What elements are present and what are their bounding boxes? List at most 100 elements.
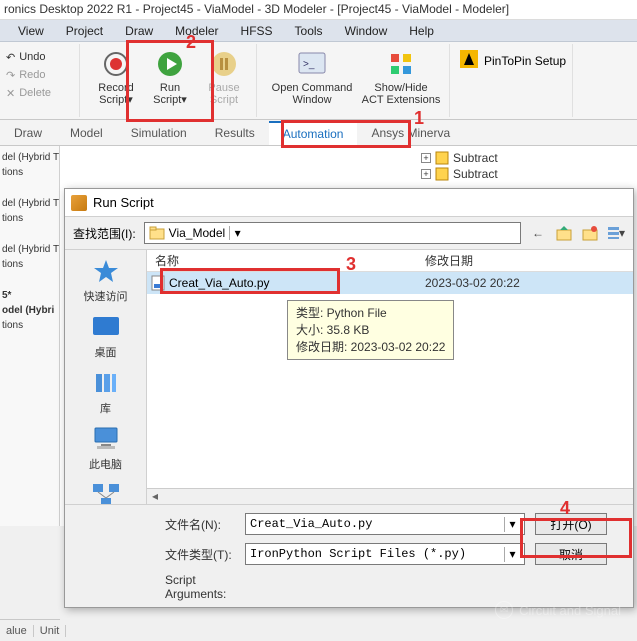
dialog-icon	[71, 195, 87, 211]
model-tree[interactable]: del (Hybrid Ttions del (Hybrid Ttions de…	[0, 146, 60, 526]
run-script-dialog: Run Script 查找范围(I): Via_Model ▾ ← ▾ 快速访问	[64, 188, 634, 608]
subtract-icon	[435, 151, 449, 165]
list-header[interactable]: 名称 修改日期	[147, 250, 633, 272]
menu-bar: View Project Draw Modeler HFSS Tools Win…	[0, 20, 637, 42]
folder-icon	[149, 226, 165, 240]
back-button[interactable]: ←	[529, 224, 547, 242]
file-name-text: Creat_Via_Auto.py	[169, 276, 270, 290]
file-row[interactable]: Creat_Via_Auto.py 2023-03-02 20:22	[147, 272, 633, 294]
menu-draw[interactable]: Draw	[115, 22, 163, 40]
run-label: Run Script▾	[153, 82, 187, 106]
status-unit: Unit	[34, 625, 67, 637]
window-title: ronics Desktop 2022 R1 - Project45 - Via…	[0, 0, 637, 20]
file-date-text: 2023-03-02 20:22	[417, 276, 633, 290]
show-hide-label: Show/Hide ACT Extensions	[362, 82, 441, 106]
dialog-title-bar[interactable]: Run Script	[65, 189, 633, 217]
place-network[interactable]: 网络	[89, 480, 123, 504]
run-script-button[interactable]: Run Script▾	[144, 46, 196, 115]
delete-button[interactable]: ✕ Delete	[6, 84, 73, 102]
wechat-icon: ✉	[495, 601, 513, 619]
status-value: alue	[0, 625, 34, 637]
subtract-label-2: Subtract	[453, 167, 498, 181]
grid-icon	[385, 48, 417, 80]
chevron-down-icon[interactable]: ▾	[504, 547, 520, 562]
script-args-label: Script Arguments:	[165, 573, 235, 601]
ansys-icon	[460, 50, 478, 71]
places-bar: 快速访问 桌面 库 此电脑 网络	[65, 250, 147, 504]
chevron-down-icon[interactable]: ▾	[229, 226, 245, 240]
open-button[interactable]: 打开(O)	[535, 513, 607, 535]
terminal-icon: >_	[296, 48, 328, 80]
subtract-node-2[interactable]: + Subtract	[421, 166, 633, 182]
place-quick-access[interactable]: 快速访问	[84, 256, 128, 304]
desktop-icon	[89, 312, 123, 342]
folder-name: Via_Model	[169, 226, 225, 240]
menu-tools[interactable]: Tools	[285, 22, 333, 40]
menu-hfss[interactable]: HFSS	[231, 22, 283, 40]
tab-ansys-minerva[interactable]: Ansys Minerva	[357, 122, 464, 144]
pause-label: Pause Script	[208, 82, 239, 106]
svg-text:>_: >_	[303, 59, 315, 70]
dialog-bottom: 文件名(N): Creat_Via_Auto.py ▾ 打开(O) 文件类型(T…	[65, 504, 633, 607]
pintopin-setup-button[interactable]: PinToPin Setup	[460, 50, 566, 71]
watermark: ✉ Circuit and Signal	[495, 601, 621, 619]
library-icon	[89, 368, 123, 398]
open-command-window-button[interactable]: >_ Open Command Window	[267, 46, 357, 115]
redo-label: Redo	[19, 69, 45, 81]
cancel-button[interactable]: 取消	[535, 543, 607, 565]
play-icon	[154, 48, 186, 80]
show-hide-extensions-button[interactable]: Show/Hide ACT Extensions	[359, 46, 443, 115]
tab-results[interactable]: Results	[201, 122, 269, 144]
look-in-combo[interactable]: Via_Model ▾	[144, 222, 521, 244]
file-list: 名称 修改日期 Creat_Via_Auto.py 2023-03-02 20:…	[147, 250, 633, 504]
file-tooltip: 类型: Python File 大小: 35.8 KB 修改日期: 2023-0…	[287, 300, 454, 360]
place-desktop[interactable]: 桌面	[89, 312, 123, 360]
pause-script-button: Pause Script	[198, 46, 250, 115]
menu-view[interactable]: View	[8, 22, 54, 40]
tab-draw[interactable]: Draw	[0, 122, 56, 144]
annotation-1: 1	[414, 108, 424, 129]
annotation-3: 3	[346, 254, 356, 275]
dialog-toolbar: 查找范围(I): Via_Model ▾ ← ▾	[65, 217, 633, 249]
record-script-button[interactable]: Record Script▾	[90, 46, 142, 115]
menu-modeler[interactable]: Modeler	[165, 22, 228, 40]
tab-automation[interactable]: Automation	[269, 121, 358, 145]
up-folder-button[interactable]	[555, 224, 573, 242]
look-in-label: 查找范围(I):	[73, 225, 136, 242]
filetype-input[interactable]: IronPython Script Files (*.py) ▾	[245, 543, 525, 565]
model-operations: + Subtract + Subtract	[417, 146, 637, 186]
menu-project[interactable]: Project	[56, 22, 113, 40]
ribbon: ↶ Undo ↷ Redo ✕ Delete Record Script▾ Ru…	[0, 42, 637, 120]
new-folder-button[interactable]	[581, 224, 599, 242]
open-cmd-label: Open Command Window	[272, 82, 353, 106]
place-libraries[interactable]: 库	[89, 368, 123, 416]
undo-button[interactable]: ↶ Undo	[6, 48, 73, 66]
filetype-label: 文件类型(T):	[165, 546, 235, 563]
expand-icon[interactable]: +	[421, 169, 431, 179]
expand-icon[interactable]: +	[421, 153, 431, 163]
filename-value: Creat_Via_Auto.py	[250, 517, 372, 531]
filetype-value: IronPython Script Files (*.py)	[250, 547, 466, 561]
tab-model[interactable]: Model	[56, 122, 117, 144]
subtract-icon	[435, 167, 449, 181]
scroll-left[interactable]: ◂	[147, 489, 163, 504]
subtract-node[interactable]: + Subtract	[421, 150, 633, 166]
annotation-2: 2	[186, 32, 196, 53]
record-icon	[100, 48, 132, 80]
ribbon-tabs: Draw Model Simulation Results Automation…	[0, 120, 637, 146]
chevron-down-icon[interactable]: ▾	[504, 517, 520, 532]
pc-icon	[89, 424, 123, 454]
pause-icon	[208, 48, 240, 80]
filename-input[interactable]: Creat_Via_Auto.py ▾	[245, 513, 525, 535]
tab-simulation[interactable]: Simulation	[117, 122, 201, 144]
menu-help[interactable]: Help	[399, 22, 444, 40]
redo-button[interactable]: ↷ Redo	[6, 66, 73, 84]
dialog-title: Run Script	[93, 195, 154, 210]
menu-window[interactable]: Window	[335, 22, 398, 40]
place-this-pc[interactable]: 此电脑	[89, 424, 123, 472]
col-date[interactable]: 修改日期	[417, 252, 633, 269]
status-bar: alue Unit	[0, 619, 60, 641]
view-menu-button[interactable]: ▾	[607, 224, 625, 242]
col-name[interactable]: 名称	[147, 252, 417, 269]
annotation-4: 4	[560, 498, 570, 519]
